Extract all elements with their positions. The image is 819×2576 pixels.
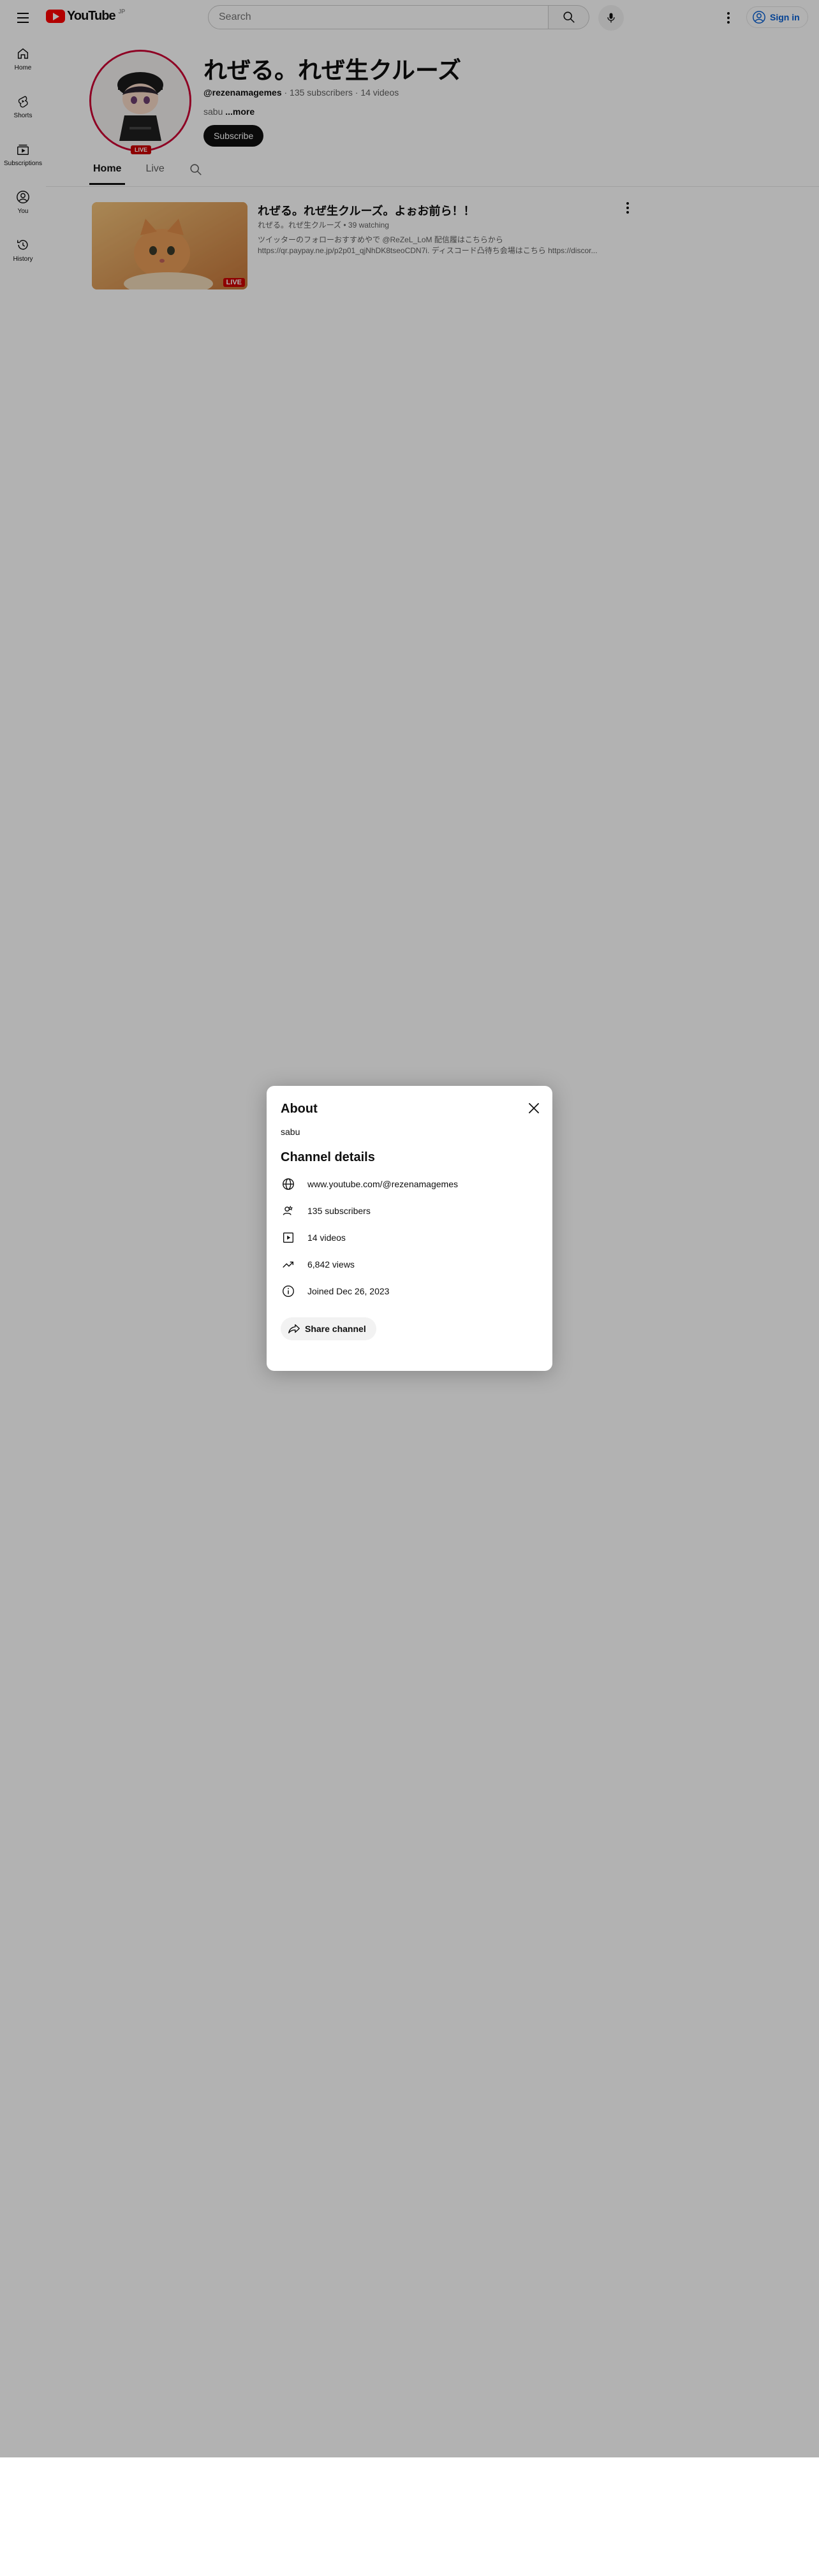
detail-row-joined: Joined Dec 26, 2023 (281, 1284, 389, 1299)
detail-row-url: www.youtube.com/@rezenamagemes (281, 1176, 458, 1192)
share-channel-button[interactable]: Share channel (281, 1317, 376, 1340)
detail-row-views: 6,842 views (281, 1257, 355, 1272)
joined-date: Joined Dec 26, 2023 (307, 1286, 390, 1296)
about-dialog: About sabu Channel details www.youtube.c… (267, 1086, 552, 1371)
view-count: 6,842 views (307, 1259, 355, 1270)
globe-icon (283, 1178, 294, 1190)
video-icon (283, 1232, 294, 1243)
channel-url[interactable]: www.youtube.com/@rezenamagemes (307, 1179, 458, 1189)
channel-details-heading: Channel details (281, 1150, 375, 1164)
video-count: 14 videos (307, 1233, 346, 1243)
detail-row-videos: 14 videos (281, 1230, 346, 1245)
info-icon (283, 1285, 294, 1297)
subscribers-icon (283, 1205, 293, 1215)
detail-row-subscribers: 135 subscribers (281, 1203, 371, 1218)
dialog-title: About (281, 1102, 318, 1116)
channel-page: YouTube JP Sign in Home Shorts Subscript… (0, 0, 819, 2457)
share-icon (288, 1324, 300, 1334)
subscriber-count: 135 subscribers (307, 1206, 371, 1216)
close-icon[interactable] (526, 1100, 542, 1116)
trending-icon (283, 1261, 294, 1268)
about-description: sabu (281, 1127, 300, 1137)
